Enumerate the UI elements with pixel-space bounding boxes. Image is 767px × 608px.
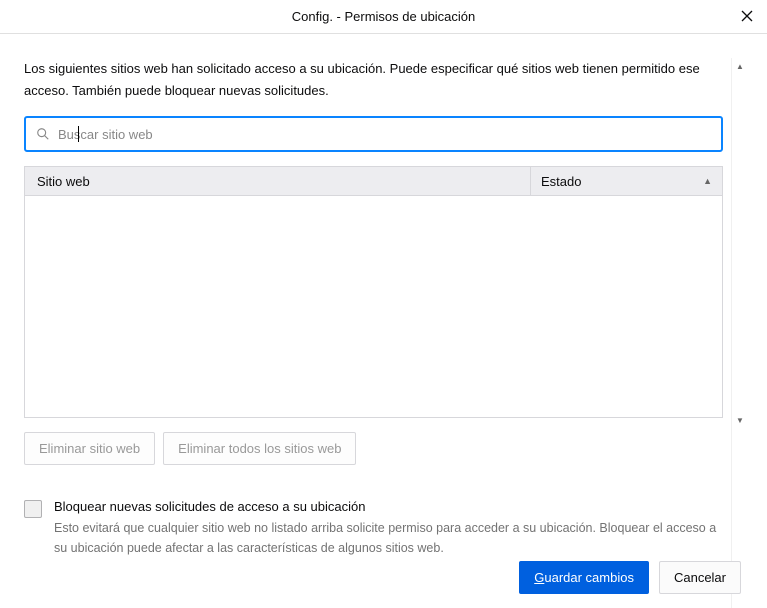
close-button[interactable]	[735, 4, 759, 28]
column-status-label: Estado	[541, 174, 581, 189]
remove-button-row: Eliminar sitio web Eliminar todos los si…	[24, 432, 723, 465]
scroll-down-arrow-icon[interactable]: ▼	[732, 412, 748, 428]
column-site-header[interactable]: Sitio web	[25, 174, 530, 189]
save-button[interactable]: Guardar cambios	[519, 561, 649, 594]
scroll-up-arrow-icon[interactable]: ▲	[732, 58, 748, 74]
block-text-group: Bloquear nuevas solicitudes de acceso a …	[54, 499, 723, 558]
search-field-wrapper[interactable]	[24, 116, 723, 152]
text-cursor	[78, 126, 79, 142]
block-requests-label: Bloquear nuevas solicitudes de acceso a …	[54, 499, 723, 514]
block-requests-checkbox[interactable]	[24, 500, 42, 518]
main-area: Los siguientes sitios web han solicitado…	[24, 58, 731, 608]
footer-buttons: Guardar cambios Cancelar	[519, 561, 741, 594]
window-title: Config. - Permisos de ubicación	[292, 9, 476, 24]
titlebar: Config. - Permisos de ubicación	[0, 0, 767, 34]
save-accesskey: G	[534, 570, 544, 585]
save-label-rest: uardar cambios	[544, 570, 634, 585]
search-input[interactable]	[58, 127, 711, 142]
cancel-button[interactable]: Cancelar	[659, 561, 741, 594]
site-list[interactable]	[24, 196, 723, 418]
sort-ascending-icon: ▲	[703, 176, 712, 186]
column-status-header[interactable]: Estado ▲	[530, 167, 722, 195]
dialog-content: Los siguientes sitios web han solicitado…	[0, 34, 767, 608]
table-header: Sitio web Estado ▲	[24, 166, 723, 196]
intro-text: Los siguientes sitios web han solicitado…	[24, 58, 723, 102]
remove-site-button[interactable]: Eliminar sitio web	[24, 432, 155, 465]
block-new-requests-section: Bloquear nuevas solicitudes de acceso a …	[24, 499, 723, 558]
close-icon	[741, 10, 753, 22]
remove-all-sites-button[interactable]: Eliminar todos los sitios web	[163, 432, 356, 465]
vertical-scrollbar[interactable]: ▲ ▼	[731, 58, 747, 608]
search-icon	[36, 127, 50, 141]
block-requests-description: Esto evitará que cualquier sitio web no …	[54, 518, 723, 558]
